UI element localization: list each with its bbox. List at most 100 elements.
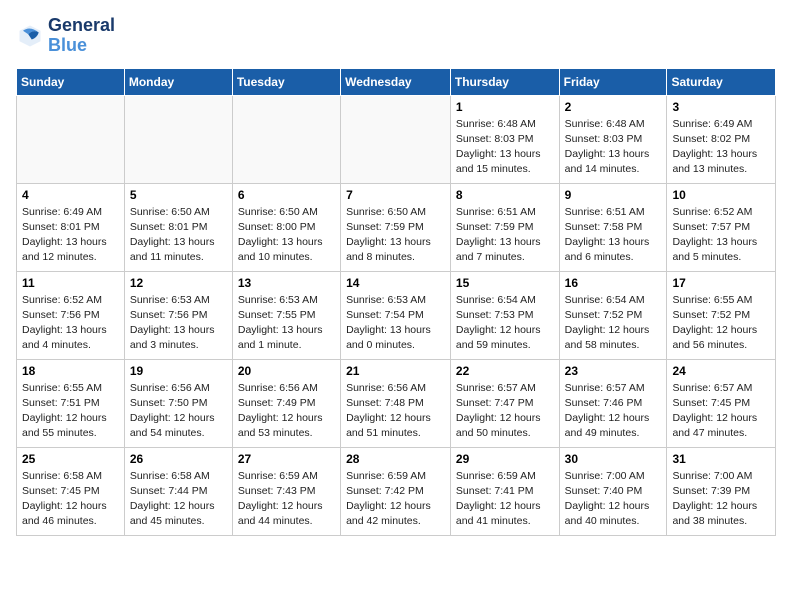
calendar-cell: 31 Sunrise: 7:00 AM Sunset: 7:39 PM Dayli…	[667, 447, 776, 535]
calendar-cell: 23 Sunrise: 6:57 AM Sunset: 7:46 PM Dayli…	[559, 359, 667, 447]
day-header-wednesday: Wednesday	[341, 68, 451, 95]
day-number: 26	[130, 452, 227, 466]
day-info: Sunrise: 6:53 AM Sunset: 7:55 PM Dayligh…	[238, 293, 335, 354]
day-number: 16	[565, 276, 662, 290]
calendar-cell: 28 Sunrise: 6:59 AM Sunset: 7:42 PM Dayli…	[341, 447, 451, 535]
calendar-week-2: 4 Sunrise: 6:49 AM Sunset: 8:01 PM Daylig…	[17, 183, 776, 271]
day-info: Sunrise: 6:52 AM Sunset: 7:57 PM Dayligh…	[672, 205, 770, 266]
day-number: 9	[565, 188, 662, 202]
day-header-thursday: Thursday	[450, 68, 559, 95]
day-info: Sunrise: 7:00 AM Sunset: 7:39 PM Dayligh…	[672, 469, 770, 530]
day-number: 3	[672, 100, 770, 114]
day-number: 19	[130, 364, 227, 378]
calendar-cell: 21 Sunrise: 6:56 AM Sunset: 7:48 PM Dayli…	[341, 359, 451, 447]
day-info: Sunrise: 6:56 AM Sunset: 7:50 PM Dayligh…	[130, 381, 227, 442]
day-info: Sunrise: 6:49 AM Sunset: 8:02 PM Dayligh…	[672, 117, 770, 178]
calendar-cell	[124, 95, 232, 183]
calendar-cell: 11 Sunrise: 6:52 AM Sunset: 7:56 PM Dayli…	[17, 271, 125, 359]
day-header-sunday: Sunday	[17, 68, 125, 95]
calendar-cell: 22 Sunrise: 6:57 AM Sunset: 7:47 PM Dayli…	[450, 359, 559, 447]
day-header-tuesday: Tuesday	[232, 68, 340, 95]
day-number: 6	[238, 188, 335, 202]
day-info: Sunrise: 6:59 AM Sunset: 7:43 PM Dayligh…	[238, 469, 335, 530]
calendar-cell: 15 Sunrise: 6:54 AM Sunset: 7:53 PM Dayli…	[450, 271, 559, 359]
calendar-week-1: 1 Sunrise: 6:48 AM Sunset: 8:03 PM Daylig…	[17, 95, 776, 183]
calendar-week-5: 25 Sunrise: 6:58 AM Sunset: 7:45 PM Dayli…	[17, 447, 776, 535]
logo-text: General Blue	[48, 16, 115, 56]
calendar-cell: 2 Sunrise: 6:48 AM Sunset: 8:03 PM Daylig…	[559, 95, 667, 183]
day-number: 1	[456, 100, 554, 114]
day-number: 4	[22, 188, 119, 202]
day-number: 31	[672, 452, 770, 466]
calendar-cell: 9 Sunrise: 6:51 AM Sunset: 7:58 PM Daylig…	[559, 183, 667, 271]
calendar-cell	[232, 95, 340, 183]
day-info: Sunrise: 6:59 AM Sunset: 7:41 PM Dayligh…	[456, 469, 554, 530]
calendar-cell: 14 Sunrise: 6:53 AM Sunset: 7:54 PM Dayli…	[341, 271, 451, 359]
day-number: 30	[565, 452, 662, 466]
day-number: 12	[130, 276, 227, 290]
day-info: Sunrise: 6:50 AM Sunset: 8:00 PM Dayligh…	[238, 205, 335, 266]
calendar-cell: 1 Sunrise: 6:48 AM Sunset: 8:03 PM Daylig…	[450, 95, 559, 183]
day-number: 11	[22, 276, 119, 290]
calendar-cell: 19 Sunrise: 6:56 AM Sunset: 7:50 PM Dayli…	[124, 359, 232, 447]
day-number: 10	[672, 188, 770, 202]
day-info: Sunrise: 6:55 AM Sunset: 7:52 PM Dayligh…	[672, 293, 770, 354]
calendar-cell: 12 Sunrise: 6:53 AM Sunset: 7:56 PM Dayli…	[124, 271, 232, 359]
day-info: Sunrise: 6:58 AM Sunset: 7:44 PM Dayligh…	[130, 469, 227, 530]
day-info: Sunrise: 6:53 AM Sunset: 7:54 PM Dayligh…	[346, 293, 445, 354]
day-number: 25	[22, 452, 119, 466]
day-number: 24	[672, 364, 770, 378]
day-info: Sunrise: 6:54 AM Sunset: 7:52 PM Dayligh…	[565, 293, 662, 354]
calendar-cell: 30Sunrise: 7:00 AM Sunset: 7:40 PM Dayli…	[559, 447, 667, 535]
calendar-cell	[17, 95, 125, 183]
day-info: Sunrise: 6:49 AM Sunset: 8:01 PM Dayligh…	[22, 205, 119, 266]
day-info: Sunrise: 6:54 AM Sunset: 7:53 PM Dayligh…	[456, 293, 554, 354]
calendar-cell: 26 Sunrise: 6:58 AM Sunset: 7:44 PM Dayli…	[124, 447, 232, 535]
calendar-cell: 18Sunrise: 6:55 AM Sunset: 7:51 PM Dayli…	[17, 359, 125, 447]
day-number: 15	[456, 276, 554, 290]
day-info: Sunrise: 6:52 AM Sunset: 7:56 PM Dayligh…	[22, 293, 119, 354]
page-header: General Blue	[16, 16, 776, 56]
day-info: Sunrise: 6:48 AM Sunset: 8:03 PM Dayligh…	[456, 117, 554, 178]
day-info: Sunrise: 6:57 AM Sunset: 7:47 PM Dayligh…	[456, 381, 554, 442]
day-info: Sunrise: 6:56 AM Sunset: 7:49 PM Dayligh…	[238, 381, 335, 442]
day-number: 2	[565, 100, 662, 114]
day-number: 21	[346, 364, 445, 378]
calendar-table: SundayMondayTuesdayWednesdayThursdayFrid…	[16, 68, 776, 536]
day-info: Sunrise: 6:50 AM Sunset: 8:01 PM Dayligh…	[130, 205, 227, 266]
logo-icon	[16, 22, 44, 50]
calendar-week-3: 11 Sunrise: 6:52 AM Sunset: 7:56 PM Dayli…	[17, 271, 776, 359]
calendar-cell: 3 Sunrise: 6:49 AM Sunset: 8:02 PM Daylig…	[667, 95, 776, 183]
calendar-cell: 7Sunrise: 6:50 AM Sunset: 7:59 PM Daylig…	[341, 183, 451, 271]
day-info: Sunrise: 6:55 AM Sunset: 7:51 PM Dayligh…	[22, 381, 119, 442]
day-number: 22	[456, 364, 554, 378]
day-info: Sunrise: 6:57 AM Sunset: 7:46 PM Dayligh…	[565, 381, 662, 442]
day-info: Sunrise: 6:51 AM Sunset: 7:59 PM Dayligh…	[456, 205, 554, 266]
day-number: 14	[346, 276, 445, 290]
calendar-cell: 13Sunrise: 6:53 AM Sunset: 7:55 PM Dayli…	[232, 271, 340, 359]
calendar-cell: 17 Sunrise: 6:55 AM Sunset: 7:52 PM Dayli…	[667, 271, 776, 359]
day-number: 17	[672, 276, 770, 290]
day-info: Sunrise: 6:51 AM Sunset: 7:58 PM Dayligh…	[565, 205, 662, 266]
calendar-header-row: SundayMondayTuesdayWednesdayThursdayFrid…	[17, 68, 776, 95]
day-info: Sunrise: 6:56 AM Sunset: 7:48 PM Dayligh…	[346, 381, 445, 442]
day-header-saturday: Saturday	[667, 68, 776, 95]
day-info: Sunrise: 6:48 AM Sunset: 8:03 PM Dayligh…	[565, 117, 662, 178]
day-number: 23	[565, 364, 662, 378]
day-info: Sunrise: 6:59 AM Sunset: 7:42 PM Dayligh…	[346, 469, 445, 530]
calendar-cell: 10 Sunrise: 6:52 AM Sunset: 7:57 PM Dayli…	[667, 183, 776, 271]
day-number: 8	[456, 188, 554, 202]
day-number: 5	[130, 188, 227, 202]
day-info: Sunrise: 6:58 AM Sunset: 7:45 PM Dayligh…	[22, 469, 119, 530]
calendar-body: 1 Sunrise: 6:48 AM Sunset: 8:03 PM Daylig…	[17, 95, 776, 535]
logo: General Blue	[16, 16, 115, 56]
calendar-cell: 25 Sunrise: 6:58 AM Sunset: 7:45 PM Dayli…	[17, 447, 125, 535]
day-number: 28	[346, 452, 445, 466]
day-info: Sunrise: 6:53 AM Sunset: 7:56 PM Dayligh…	[130, 293, 227, 354]
day-number: 29	[456, 452, 554, 466]
calendar-cell: 29 Sunrise: 6:59 AM Sunset: 7:41 PM Dayli…	[450, 447, 559, 535]
day-number: 7	[346, 188, 445, 202]
calendar-cell: 24Sunrise: 6:57 AM Sunset: 7:45 PM Dayli…	[667, 359, 776, 447]
calendar-cell: 27Sunrise: 6:59 AM Sunset: 7:43 PM Dayli…	[232, 447, 340, 535]
calendar-cell: 16 Sunrise: 6:54 AM Sunset: 7:52 PM Dayli…	[559, 271, 667, 359]
